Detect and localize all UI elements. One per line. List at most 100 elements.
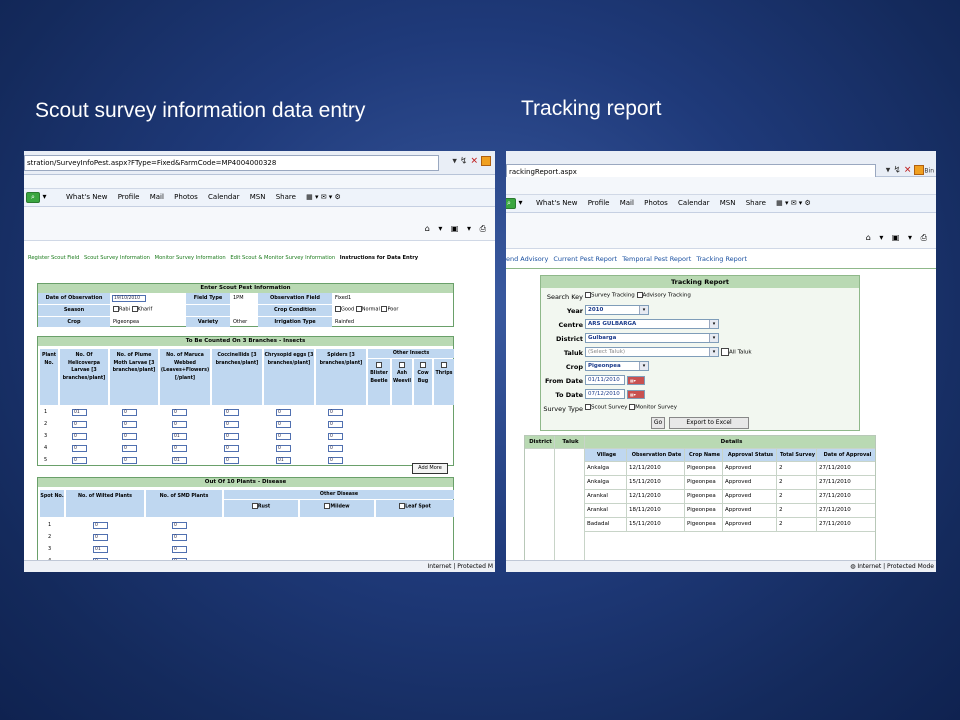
insect-count-input[interactable]: 01	[172, 457, 187, 464]
insect-count-input[interactable]: 0	[72, 457, 87, 464]
bing-search-icon[interactable]	[914, 165, 925, 175]
col-rust[interactable]: Rust	[224, 500, 298, 517]
toolbar-icons[interactable]: ▦ ▾ ✉ ▾ ⚙	[306, 193, 341, 201]
go-button[interactable]: Go	[651, 417, 665, 429]
nav-monitor-survey-information[interactable]: Monitor Survey Information	[155, 255, 226, 261]
survey-type-radios[interactable]: Scout Survey Monitor Survey	[585, 404, 677, 411]
insect-count-input[interactable]: 0	[224, 457, 239, 464]
link-share[interactable]: Share	[746, 199, 766, 207]
url-field[interactable]: stration/SurveyInfoPest.aspx?FType=Fixed…	[24, 155, 439, 171]
insect-count-input[interactable]: 0	[328, 433, 343, 440]
link-whats-new[interactable]: What's New	[536, 199, 577, 207]
insect-count-input[interactable]: 01	[276, 457, 291, 464]
insect-count-input[interactable]: 0	[276, 433, 291, 440]
year-select[interactable]: 2010 ▾	[585, 305, 649, 315]
insect-count-input[interactable]: 0	[72, 433, 87, 440]
link-msn[interactable]: MSN	[720, 199, 736, 207]
insect-count-input[interactable]: 0	[224, 421, 239, 428]
nav-scout-survey-information[interactable]: Scout Survey Information	[84, 255, 150, 261]
disease-count-input[interactable]: 0	[172, 522, 187, 529]
command-tools[interactable]: ⌂ ▾ ▣ ▾ ⎙	[866, 233, 930, 243]
chevron-down-icon[interactable]: ▾	[709, 348, 718, 356]
chevron-down-icon[interactable]: ▾	[709, 320, 718, 328]
disease-count-input[interactable]: 01	[93, 546, 108, 553]
dropdown-icon[interactable]: ▾	[452, 157, 460, 167]
insect-count-input[interactable]: 0	[122, 433, 137, 440]
to-date-calendar-icon[interactable]: ▦▾	[627, 390, 645, 399]
search-icon[interactable]: ⌕ ▾	[506, 198, 523, 209]
season-radios[interactable]: Rabi Kharif	[113, 306, 152, 313]
nav-tracking-report[interactable]: Tracking Report	[696, 255, 747, 263]
refresh-icon[interactable]: ↯	[893, 166, 904, 176]
insect-count-input[interactable]: 0	[328, 445, 343, 452]
crop-select[interactable]: Pigeonpea ▾	[585, 361, 649, 371]
rss-icon[interactable]	[481, 156, 491, 166]
link-share[interactable]: Share	[276, 193, 296, 201]
link-calendar[interactable]: Calendar	[208, 193, 239, 201]
col-mildew[interactable]: Mildew	[300, 500, 374, 517]
chevron-down-icon[interactable]: ▾	[639, 362, 648, 370]
insect-count-input[interactable]: 0	[172, 409, 187, 416]
nav-current-pest-report[interactable]: Current Pest Report	[553, 255, 617, 263]
insect-count-input[interactable]: 0	[172, 445, 187, 452]
disease-count-input[interactable]: 0	[172, 534, 187, 541]
col-thrips[interactable]: Thrips	[434, 359, 454, 405]
centre-select[interactable]: ARS GULBARGA ▾	[585, 319, 719, 329]
nav-register-scout-field[interactable]: Register Scout Field	[28, 255, 79, 261]
insect-count-input[interactable]: 0	[276, 409, 291, 416]
close-icon[interactable]: ✕	[470, 157, 481, 167]
insect-count-input[interactable]: 0	[328, 421, 343, 428]
nav-temporal-pest-report[interactable]: Temporal Pest Report	[622, 255, 691, 263]
nav-instructions[interactable]: Instructions for Data Entry	[340, 255, 418, 261]
all-taluk-checkbox[interactable]: All Taluk	[721, 348, 752, 356]
insect-count-input[interactable]: 0	[122, 421, 137, 428]
url-field[interactable]: rackingReport.aspx	[506, 164, 876, 178]
link-calendar[interactable]: Calendar	[678, 199, 709, 207]
disease-count-input[interactable]: 0	[93, 534, 108, 541]
from-date-calendar-icon[interactable]: ▦▾	[627, 376, 645, 385]
insect-count-input[interactable]: 0	[276, 421, 291, 428]
date-input[interactable]: 19/10/2010	[112, 295, 146, 302]
add-more-button[interactable]: Add More	[412, 463, 448, 474]
insect-count-input[interactable]: 0	[72, 445, 87, 452]
insect-count-input[interactable]: 01	[172, 433, 187, 440]
insect-count-input[interactable]: 01	[72, 409, 87, 416]
insect-count-input[interactable]: 0	[122, 409, 137, 416]
refresh-icon[interactable]: ↯	[460, 157, 471, 167]
export-to-excel-button[interactable]: Export to Excel	[669, 417, 749, 429]
insect-count-input[interactable]: 0	[276, 445, 291, 452]
link-whats-new[interactable]: What's New	[66, 193, 107, 201]
insect-count-input[interactable]: 0	[224, 409, 239, 416]
from-date-input[interactable]: 01/11/2010	[585, 375, 625, 385]
crop-condition-radios[interactable]: Good Normal Poor	[335, 306, 398, 313]
col-leaf-spot[interactable]: Leaf Spot	[376, 500, 454, 517]
link-profile[interactable]: Profile	[588, 199, 610, 207]
district-select[interactable]: Gulbarga ▾	[585, 333, 719, 343]
link-mail[interactable]: Mail	[620, 199, 634, 207]
insect-count-input[interactable]: 0	[328, 409, 343, 416]
link-profile[interactable]: Profile	[118, 193, 140, 201]
insect-count-input[interactable]: 0	[172, 421, 187, 428]
chevron-down-icon[interactable]: ▾	[709, 334, 718, 342]
link-msn[interactable]: MSN	[250, 193, 266, 201]
link-photos[interactable]: Photos	[174, 193, 198, 201]
disease-count-input[interactable]: 0	[172, 546, 187, 553]
insect-count-input[interactable]: 0	[328, 457, 343, 464]
insect-count-input[interactable]: 0	[224, 433, 239, 440]
insect-count-input[interactable]: 0	[72, 421, 87, 428]
col-blister-beetle[interactable]: Blister Beetle	[368, 359, 390, 405]
command-tools[interactable]: ⌂ ▾ ▣ ▾ ⎙	[425, 224, 489, 234]
insect-count-input[interactable]: 0	[122, 445, 137, 452]
nav-send-advisory[interactable]: end Advisory	[506, 255, 548, 263]
nav-edit-survey-information[interactable]: Edit Scout & Monitor Survey Information	[230, 255, 335, 261]
disease-count-input[interactable]: 0	[93, 522, 108, 529]
link-mail[interactable]: Mail	[150, 193, 164, 201]
chevron-down-icon[interactable]: ▾	[639, 306, 648, 314]
close-icon[interactable]: ✕	[904, 166, 915, 176]
col-ash-weevil[interactable]: Ash Weevil	[392, 359, 412, 405]
insect-count-input[interactable]: 0	[122, 457, 137, 464]
toolbar-icons[interactable]: ▦ ▾ ✉ ▾ ⚙	[776, 199, 811, 207]
col-cow-bug[interactable]: Cow Bug	[414, 359, 432, 405]
insect-count-input[interactable]: 0	[224, 445, 239, 452]
taluk-select[interactable]: (Select Taluk) ▾	[585, 347, 719, 357]
